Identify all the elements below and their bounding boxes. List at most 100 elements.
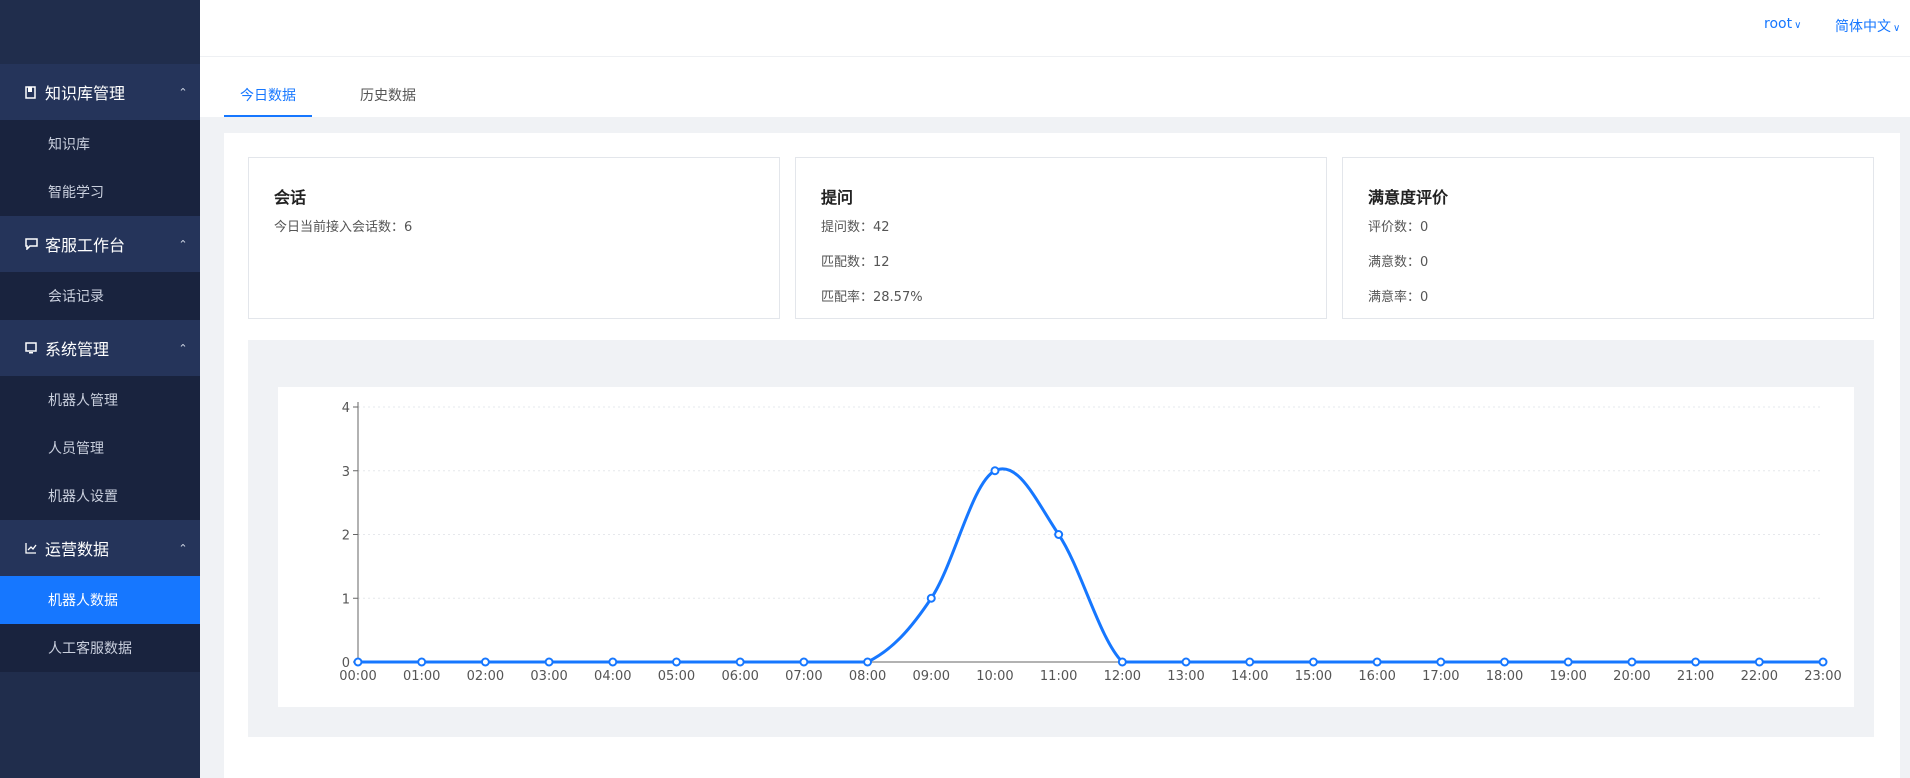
book-icon	[25, 85, 43, 99]
data-point	[990, 466, 1000, 476]
x-tick-label: 11:00	[1040, 669, 1077, 684]
data-point	[863, 657, 873, 667]
data-point	[1691, 657, 1701, 667]
x-tick-label: 17:00	[1422, 669, 1459, 684]
data-point	[1308, 657, 1318, 667]
satisfaction-card: 满意度评价 评价数：0 满意数：0 满意率：0	[1342, 157, 1874, 319]
x-tick-label: 00:00	[339, 669, 376, 684]
sidebar-item-session-records[interactable]: 会话记录	[0, 272, 200, 320]
y-tick-label: 2	[342, 529, 350, 544]
question-card: 提问 提问数：42 匹配数：12 匹配率：28.57%	[795, 157, 1327, 319]
x-tick-label: 03:00	[530, 669, 567, 684]
card-title: 会话	[274, 188, 307, 207]
user-name: root	[1764, 16, 1793, 32]
x-tick-label: 23:00	[1804, 669, 1841, 684]
x-tick-label: 16:00	[1358, 669, 1395, 684]
x-tick-label: 20:00	[1613, 669, 1650, 684]
sidebar-logo-area	[0, 0, 200, 64]
sidebar-item-staff-management[interactable]: 人员管理	[0, 424, 200, 472]
x-tick-label: 18:00	[1486, 669, 1523, 684]
data-point	[1117, 657, 1127, 667]
line-chart: 0123400:00 01:00 02:00 03:00 04:00 05:00 06:00…	[339, 401, 1841, 684]
data-point	[1500, 657, 1510, 667]
y-tick-label: 1	[342, 592, 350, 607]
x-tick-label: 02:00	[467, 669, 504, 684]
sidebar-group-label: 运营数据	[45, 540, 110, 559]
monitor-icon	[25, 342, 43, 354]
user-menu[interactable]: root ∨	[1764, 16, 1801, 32]
sidebar-item-knowledge-base[interactable]: 知识库	[0, 120, 200, 168]
x-tick-label: 19:00	[1549, 669, 1586, 684]
x-tick-label: 09:00	[913, 669, 950, 684]
data-point	[1245, 657, 1255, 667]
data-point	[735, 657, 745, 667]
data-point	[1181, 657, 1191, 667]
chat-icon	[25, 238, 43, 250]
chart-container: 0 1 2 3 4 00:00 01:00 02:00 03:00 04:00 05:00 06:00…	[278, 387, 1854, 707]
data-point	[1372, 657, 1382, 667]
sidebar-item-robot-settings[interactable]: 机器人设置	[0, 472, 200, 520]
y-tick-label: 4	[342, 401, 350, 416]
sidebar-group-knowledge[interactable]: 知识库管理 ⌃	[0, 64, 200, 120]
match-rate: 匹配率：28.57%	[821, 290, 923, 305]
sidebar-item-smart-learning[interactable]: 智能学习	[0, 168, 200, 216]
x-tick-label: 07:00	[785, 669, 822, 684]
chevron-down-icon: ∨	[1794, 20, 1802, 31]
sidebar-group-operations[interactable]: 运营数据 ⌃	[0, 520, 200, 576]
chevron-up-icon: ⌃	[178, 237, 188, 251]
tab-today[interactable]: 今日数据	[224, 85, 312, 117]
card-title: 提问	[821, 188, 854, 207]
satisfaction-rate: 满意率：0	[1368, 290, 1429, 305]
tabs: 今日数据 历史数据	[200, 57, 1910, 117]
data-point	[799, 657, 809, 667]
sidebar-group-system[interactable]: 系统管理 ⌃	[0, 320, 200, 376]
data-point	[353, 657, 363, 667]
sidebar-group-workbench[interactable]: 客服工作台 ⌃	[0, 216, 200, 272]
x-tick-label: 12:00	[1104, 669, 1141, 684]
sidebar-item-agent-data[interactable]: 人工客服数据	[0, 624, 200, 672]
x-tick-label: 22:00	[1741, 669, 1778, 684]
x-tick-label: 01:00	[403, 669, 440, 684]
data-point	[671, 657, 681, 667]
y-tick-label: 3	[342, 465, 350, 480]
satisfied-count: 满意数：0	[1368, 255, 1429, 270]
data-point	[1054, 530, 1064, 539]
data-point	[1563, 657, 1573, 667]
sidebar-group-label: 系统管理	[45, 340, 110, 359]
match-count: 匹配数：12	[821, 255, 890, 270]
sidebar-item-robot-data[interactable]: 机器人数据	[0, 576, 200, 624]
question-count: 提问数：42	[821, 220, 890, 235]
data-point	[608, 657, 618, 667]
x-tick-label: 14:00	[1231, 669, 1268, 684]
x-tick-label: 21:00	[1677, 669, 1714, 684]
tab-history[interactable]: 历史数据	[360, 85, 416, 117]
chevron-up-icon: ⌃	[178, 541, 188, 555]
sidebar-group-label: 客服工作台	[45, 236, 126, 255]
series-line	[357, 467, 1823, 664]
x-tick-label: 05:00	[658, 669, 695, 684]
x-tick-label: 10:00	[976, 669, 1013, 684]
data-point	[926, 593, 936, 603]
data-point	[1754, 657, 1764, 667]
data-point	[417, 657, 427, 667]
language-label: 简体中文	[1835, 19, 1891, 35]
language-menu[interactable]: 简体中文 ∨	[1835, 16, 1900, 36]
x-tick-label: 08:00	[849, 669, 886, 684]
sidebar: 知识库管理 ⌃ 知识库 智能学习 客服工作台 ⌃ 会话记录 系统管理 ⌃ 机器人…	[0, 0, 200, 778]
sidebar-group-label: 知识库管理	[45, 84, 126, 103]
data-point	[480, 657, 490, 667]
sidebar-item-robot-management[interactable]: 机器人管理	[0, 376, 200, 424]
chevron-down-icon: ∨	[1893, 23, 1901, 34]
x-tick-label: 13:00	[1167, 669, 1204, 684]
data-point	[1627, 657, 1637, 667]
x-tick-label: 04:00	[594, 669, 631, 684]
data-point	[544, 657, 554, 667]
data-point	[1436, 657, 1446, 667]
current-sessions: 今日当前接入会话数：6	[274, 220, 413, 235]
card-title: 满意度评价	[1368, 188, 1449, 207]
session-card: 会话 今日当前接入会话数：6	[248, 157, 780, 319]
x-tick-label: 15:00	[1295, 669, 1332, 684]
chevron-up-icon: ⌃	[178, 85, 188, 99]
x-tick-label: 06:00	[721, 669, 758, 684]
data-point	[1818, 657, 1828, 667]
